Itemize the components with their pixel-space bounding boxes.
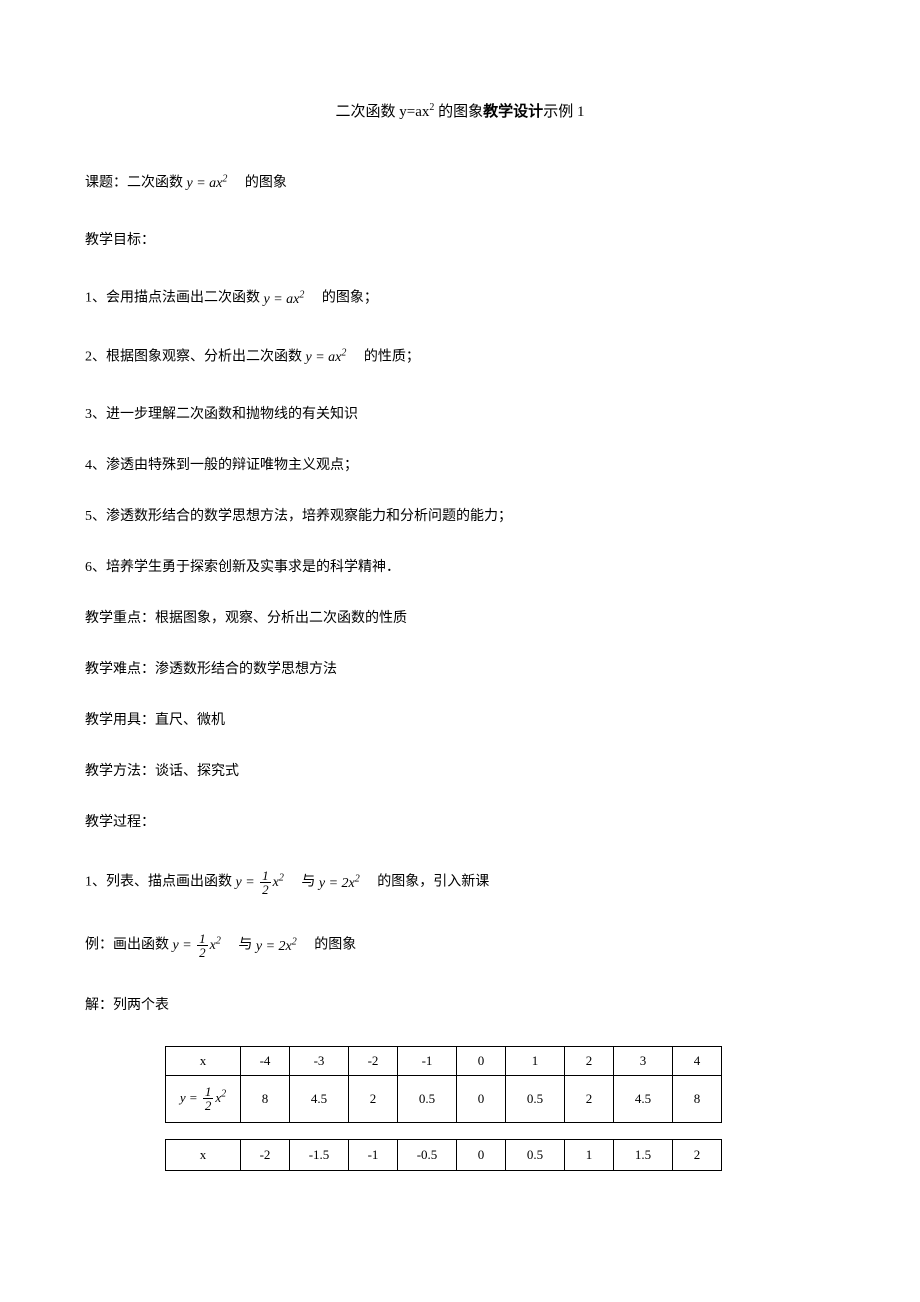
goal-1: 1、会用描点法画出二次函数 y = ax2 的图象； — [85, 287, 835, 310]
table-1-row-y: y = 12x2 8 4.5 2 0.5 0 0.5 2 4.5 8 — [166, 1075, 722, 1122]
proc1-mid: 与 — [287, 875, 315, 890]
t2-x-1: -1.5 — [290, 1139, 349, 1170]
t2-x-0: -2 — [241, 1139, 290, 1170]
table-1: x -4 -3 -2 -1 0 1 2 3 4 y = 12x2 8 4.5 2… — [165, 1046, 722, 1123]
title-prefix: 二次函数 y=ax — [336, 104, 430, 120]
topic-prefix: 课题：二次函数 — [85, 175, 183, 190]
solution-line: 解：列两个表 — [85, 995, 835, 1016]
proc1-suffix: 的图象，引入新课 — [363, 875, 489, 890]
t1-x-1: -3 — [290, 1047, 349, 1076]
goal-6: 6、培养学生勇于探索创新及实事求是的科学精神． — [85, 557, 835, 578]
t1-y-8: 8 — [673, 1075, 722, 1122]
t1-y-3: 0.5 — [398, 1075, 457, 1122]
t1-x-label: x — [166, 1047, 241, 1076]
goal-2-suffix: 的性质； — [350, 349, 420, 364]
t2-x-4: 0 — [457, 1139, 506, 1170]
goal-3: 3、进一步理解二次函数和抛物线的有关知识 — [85, 404, 835, 425]
t1-x-0: -4 — [241, 1047, 290, 1076]
t1-y-0: 8 — [241, 1075, 290, 1122]
t1-x-2: -2 — [349, 1047, 398, 1076]
formula-2x2-2: y = 2x2 — [256, 939, 297, 954]
t2-x-label: x — [166, 1139, 241, 1170]
difficulty: 教学难点：渗透数形结合的数学思想方法 — [85, 659, 835, 680]
formula-2x2: y = 2x2 — [319, 876, 360, 891]
tools: 教学用具：直尺、微机 — [85, 710, 835, 731]
goal-1-suffix: 的图象； — [308, 291, 378, 306]
t1-y-5: 0.5 — [506, 1075, 565, 1122]
t2-x-2: -1 — [349, 1139, 398, 1170]
formula-yax2: y = ax2 — [187, 176, 228, 191]
ex-suffix: 的图象 — [300, 938, 356, 953]
process-heading: 教学过程： — [85, 812, 835, 833]
t2-x-8: 2 — [673, 1139, 722, 1170]
ex-prefix: 例：画出函数 — [85, 938, 169, 953]
t1-x-7: 3 — [614, 1047, 673, 1076]
key-point: 教学重点：根据图象，观察、分析出二次函数的性质 — [85, 608, 835, 629]
t2-x-3: -0.5 — [398, 1139, 457, 1170]
example-line: 例：画出函数 y = 12x2 与 y = 2x2 的图象 — [85, 932, 835, 959]
goal-4: 4、渗透由特殊到一般的辩证唯物主义观点； — [85, 455, 835, 476]
t1-y-7: 4.5 — [614, 1075, 673, 1122]
proc1-prefix: 1、列表、描点画出函数 — [85, 875, 232, 890]
formula-yax2-3: y = ax2 — [306, 350, 347, 365]
t1-y-4: 0 — [457, 1075, 506, 1122]
t1-y-6: 2 — [565, 1075, 614, 1122]
table-2: x -2 -1.5 -1 -0.5 0 0.5 1 1.5 2 — [165, 1139, 722, 1171]
method: 教学方法：谈话、探究式 — [85, 761, 835, 782]
title-bold: 教学设计 — [483, 104, 543, 120]
process-1: 1、列表、描点画出函数 y = 12x2 与 y = 2x2 的图象，引入新课 — [85, 869, 835, 896]
t1-x-6: 2 — [565, 1047, 614, 1076]
goal-5: 5、渗透数形结合的数学思想方法，培养观察能力和分析问题的能力； — [85, 506, 835, 527]
goal-1-prefix: 1、会用描点法画出二次函数 — [85, 291, 260, 306]
ex-mid: 与 — [224, 938, 252, 953]
t2-x-7: 1.5 — [614, 1139, 673, 1170]
goal-2-prefix: 2、根据图象观察、分析出二次函数 — [85, 349, 302, 364]
t1-y-2: 2 — [349, 1075, 398, 1122]
t1-x-5: 1 — [506, 1047, 565, 1076]
topic-suffix: 的图象 — [231, 175, 287, 190]
title-suffix: 示例 1 — [543, 104, 584, 120]
t1-x-4: 0 — [457, 1047, 506, 1076]
page-title: 二次函数 y=ax2 的图象教学设计示例 1 — [85, 100, 835, 124]
t2-x-6: 1 — [565, 1139, 614, 1170]
t2-x-5: 0.5 — [506, 1139, 565, 1170]
t1-y-label: y = 12x2 — [166, 1075, 241, 1122]
title-mid: 的图象 — [434, 104, 483, 120]
t1-x-8: 4 — [673, 1047, 722, 1076]
formula-half-x2-2: y = 12x2 — [173, 938, 225, 953]
goal-2: 2、根据图象观察、分析出二次函数 y = ax2 的性质； — [85, 346, 835, 369]
table-1-row-x: x -4 -3 -2 -1 0 1 2 3 4 — [166, 1047, 722, 1076]
t1-x-3: -1 — [398, 1047, 457, 1076]
formula-yax2-2: y = ax2 — [264, 292, 305, 307]
goal-heading: 教学目标： — [85, 230, 835, 251]
formula-half-x2: y = 12x2 — [236, 875, 288, 890]
t1-y-1: 4.5 — [290, 1075, 349, 1122]
table-2-row-x: x -2 -1.5 -1 -0.5 0 0.5 1 1.5 2 — [166, 1139, 722, 1170]
topic-line: 课题：二次函数 y = ax2 的图象 — [85, 172, 835, 195]
